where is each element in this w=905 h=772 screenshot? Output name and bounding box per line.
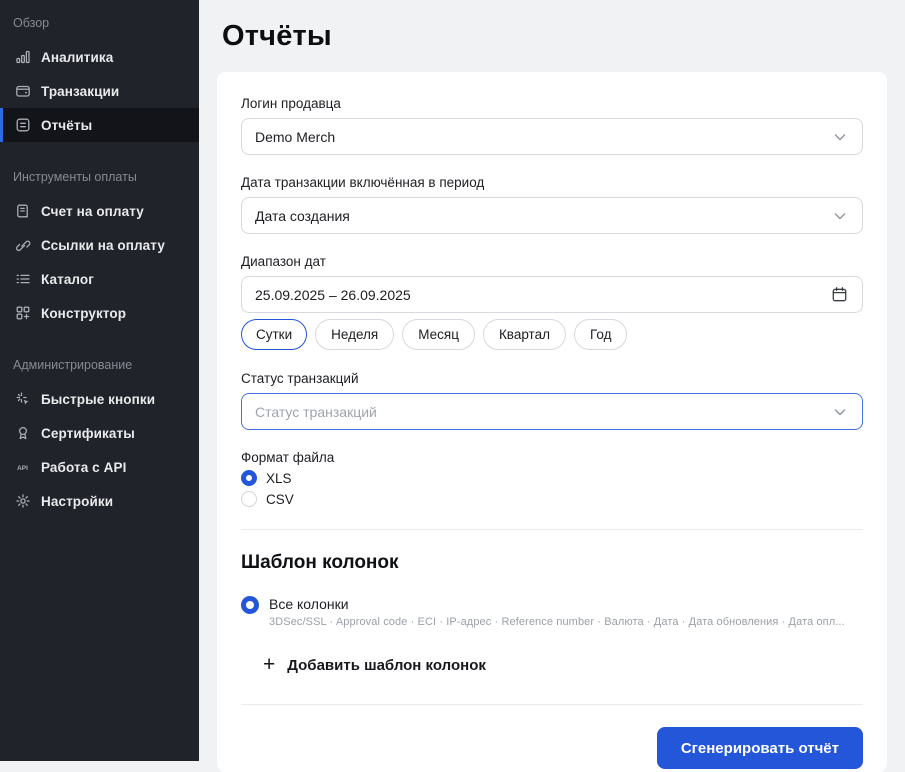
sidebar-item-label: Конструктор [41,305,127,321]
report-document-icon [14,117,31,134]
sidebar-item-label: Быстрые кнопки [41,391,156,407]
main-content: Отчёты Логин продавца Demo Merch Дата тр… [199,0,905,772]
date-type-value: Дата создания [255,207,350,224]
radio-label: CSV [266,491,294,507]
link-icon [14,237,31,254]
date-range-label: Диапазон дат [241,254,326,269]
calendar-icon [831,286,849,304]
sidebar: Обзор Аналитика Транзакции Отчёты Инстру… [0,0,199,761]
page-title: Отчёты [222,20,332,52]
sidebar-item-quick-buttons[interactable]: Быстрые кнопки [0,382,199,416]
date-type-label: Дата транзакции включённая в период [241,175,485,190]
sidebar-item-payment-links[interactable]: Ссылки на оплату [0,228,199,262]
form-footer: Сгенерировать отчёт [241,727,863,769]
bar-chart-icon [14,49,31,66]
chevron-down-icon [831,207,849,225]
sidebar-item-label: Отчёты [41,117,93,133]
section-label-payment-tools: Инструменты оплаты [13,170,137,184]
pill-quarter[interactable]: Квартал [482,319,566,350]
radio-unchecked-icon [241,491,257,507]
sidebar-section-payment-tools: Инструменты оплаты Счет на оплату Ссылки… [0,170,199,330]
columns-template-heading: Шаблон колонок [241,552,399,573]
status-placeholder: Статус транзакций [255,403,377,420]
date-range-field: Диапазон дат 25.09.2025 – 26.09.2025 [241,254,863,313]
sidebar-item-label: Счет на оплату [41,203,144,219]
pill-year[interactable]: Год [573,319,628,350]
sidebar-item-label: Работа с API [41,459,127,475]
sparkle-click-icon [14,391,31,408]
merchant-login-label: Логин продавца [241,96,341,111]
add-template-button[interactable]: + Добавить шаблон колонок [263,653,863,676]
award-icon [14,425,31,442]
report-form-card: Логин продавца Demo Merch Дата транзакци… [217,72,887,772]
file-format-option-xls[interactable]: XLS [241,470,863,486]
merchant-login-field: Логин продавца Demo Merch [241,96,863,155]
sidebar-item-label: Каталог [41,271,94,287]
section-label-overview: Обзор [13,16,50,30]
divider [241,529,863,530]
sidebar-item-transactions[interactable]: Транзакции [0,74,199,108]
status-select[interactable]: Статус транзакций [241,393,863,430]
sidebar-item-analytics[interactable]: Аналитика [0,40,199,74]
sidebar-item-constructor[interactable]: Конструктор [0,296,199,330]
sidebar-item-settings[interactable]: Настройки [0,484,199,518]
pill-month[interactable]: Месяц [402,319,475,350]
sidebar-item-label: Сертификаты [41,425,135,441]
builder-grid-icon [14,305,31,322]
add-template-label: Добавить шаблон колонок [287,656,486,674]
date-range-input[interactable]: 25.09.2025 – 26.09.2025 [241,276,863,313]
all-columns-description: 3DSec/SSL · Approval code · ECI · IP-адр… [269,616,845,628]
section-label-administration: Администрирование [13,358,133,372]
file-format-field: Формат файла XLS CSV [241,450,863,507]
sidebar-item-invoice[interactable]: Счет на оплату [0,194,199,228]
file-format-option-csv[interactable]: CSV [241,491,863,507]
status-label: Статус транзакций [241,371,359,386]
sidebar-section-administration: Администрирование Быстрые кнопки Сертифи… [0,358,199,518]
sidebar-item-api[interactable]: API Работа с API [0,450,199,484]
sidebar-item-label: Ссылки на оплату [41,237,165,253]
all-columns-text: Все колонки 3DSec/SSL · Approval code · … [269,596,845,628]
chevron-down-icon [831,403,849,421]
sidebar-item-certificates[interactable]: Сертификаты [0,416,199,450]
status-field: Статус транзакций Статус транзакций [241,371,863,430]
svg-text:API: API [17,465,28,472]
radio-checked-icon [241,470,257,486]
all-columns-option[interactable]: Все колонки 3DSec/SSL · Approval code · … [241,596,863,628]
sidebar-item-label: Настройки [41,493,114,509]
invoice-icon [14,203,31,220]
radio-checked-icon [241,596,259,614]
pill-week[interactable]: Неделя [315,319,395,350]
sidebar-item-reports[interactable]: Отчёты [0,108,199,142]
sidebar-section-overview: Обзор Аналитика Транзакции Отчёты [0,16,199,142]
sidebar-item-label: Транзакции [41,83,120,99]
date-range-value: 25.09.2025 – 26.09.2025 [255,286,411,303]
date-type-select[interactable]: Дата создания [241,197,863,234]
radio-label: XLS [266,470,292,486]
wallet-icon [14,83,31,100]
date-type-field: Дата транзакции включённая в период Дата… [241,175,863,234]
divider [241,704,863,705]
list-icon [14,271,31,288]
api-icon: API [14,459,31,476]
sidebar-item-label: Аналитика [41,49,114,65]
chevron-down-icon [831,128,849,146]
period-pills: Сутки Неделя Месяц Квартал Год [241,319,863,350]
sidebar-item-catalog[interactable]: Каталог [0,262,199,296]
generate-report-button[interactable]: Сгенерировать отчёт [656,727,863,769]
plus-icon: + [263,653,276,676]
gear-icon [14,493,31,510]
all-columns-label: Все колонки [269,596,349,612]
merchant-login-value: Demo Merch [255,128,336,145]
merchant-login-select[interactable]: Demo Merch [241,118,863,155]
pill-day[interactable]: Сутки [241,319,308,350]
file-format-label: Формат файла [241,450,335,465]
